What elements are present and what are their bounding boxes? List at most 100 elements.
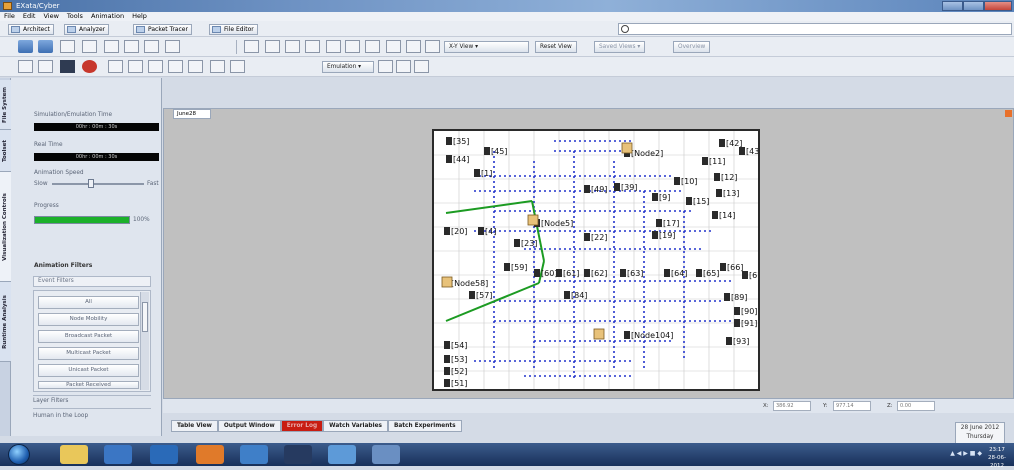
tab-error-log[interactable]: Error Log bbox=[280, 420, 324, 432]
reset-view-button[interactable]: Reset View bbox=[535, 41, 577, 53]
filter-node-mobility-button[interactable]: Node Mobility bbox=[38, 313, 139, 326]
media-player-icon[interactable] bbox=[104, 445, 132, 464]
mode-architect[interactable]: Architect bbox=[8, 24, 54, 35]
node-marker[interactable] bbox=[702, 157, 708, 165]
node-marker[interactable] bbox=[739, 147, 745, 155]
node-marker[interactable] bbox=[564, 291, 570, 299]
measure-icon[interactable] bbox=[425, 40, 440, 53]
delete-icon[interactable] bbox=[165, 40, 180, 53]
tab-output-window[interactable]: Output Window bbox=[217, 420, 281, 432]
save-icon[interactable] bbox=[60, 40, 75, 53]
node-marker[interactable] bbox=[624, 331, 630, 339]
node-marker[interactable] bbox=[444, 367, 450, 375]
menu-file[interactable]: File bbox=[4, 12, 15, 21]
menu-help[interactable]: Help bbox=[132, 12, 147, 21]
layer-filters-label[interactable]: Layer Filters bbox=[33, 398, 68, 404]
tab-visualization-controls[interactable]: Visualization Controls bbox=[0, 172, 11, 282]
step-forward-icon[interactable] bbox=[188, 60, 203, 73]
tab-watch-variables[interactable]: Watch Variables bbox=[323, 420, 388, 432]
mode-analyzer[interactable]: Analyzer bbox=[64, 24, 110, 35]
step-back-icon[interactable] bbox=[108, 60, 123, 73]
node-marker[interactable] bbox=[584, 233, 590, 241]
gateway-node[interactable] bbox=[593, 328, 605, 340]
event-filters-header[interactable]: Event Filters bbox=[33, 276, 151, 287]
animation-speed-slider[interactable] bbox=[52, 179, 144, 188]
node-marker[interactable] bbox=[656, 219, 662, 227]
print-icon[interactable] bbox=[82, 40, 97, 53]
tab-toolset[interactable]: Toolset bbox=[0, 130, 11, 172]
window-icon[interactable] bbox=[284, 445, 312, 464]
lasso-icon[interactable] bbox=[265, 40, 280, 53]
node-marker[interactable] bbox=[742, 271, 748, 279]
node-marker[interactable] bbox=[584, 185, 590, 193]
browser-icon[interactable] bbox=[150, 445, 178, 464]
node-marker[interactable] bbox=[469, 291, 475, 299]
node-marker[interactable] bbox=[484, 147, 490, 155]
filter-multicast-button[interactable]: Multicast Packet bbox=[38, 347, 139, 360]
panel-toggle-icon[interactable] bbox=[1005, 110, 1012, 117]
view-select[interactable]: X-Y View ▾ bbox=[444, 41, 529, 53]
node-marker[interactable] bbox=[446, 155, 452, 163]
node-marker[interactable] bbox=[720, 263, 726, 271]
gateway-node[interactable] bbox=[621, 142, 633, 154]
node-marker[interactable] bbox=[686, 197, 692, 205]
explorer-icon[interactable] bbox=[60, 445, 88, 464]
graph-icon[interactable] bbox=[230, 60, 245, 73]
zoom-out-icon[interactable] bbox=[345, 40, 360, 53]
filter-all-button[interactable]: All bbox=[38, 296, 139, 309]
node-marker[interactable] bbox=[664, 269, 670, 277]
filter-packet-received-button[interactable]: Packet Received bbox=[38, 381, 139, 389]
node-marker[interactable] bbox=[652, 231, 658, 239]
arrow-icon[interactable] bbox=[396, 60, 411, 73]
saved-views-select[interactable]: Saved Views ▾ bbox=[594, 41, 646, 53]
node-marker[interactable] bbox=[719, 139, 725, 147]
scenario-canvas[interactable]: [35] [44] [45] [Node2] [42] [43] [11] [1] [12] [1… bbox=[432, 129, 765, 391]
tab-runtime-analysis[interactable]: Runtime Analysis bbox=[0, 282, 11, 362]
node-marker[interactable] bbox=[614, 183, 620, 191]
zoom-icon[interactable] bbox=[378, 60, 393, 73]
node-marker[interactable] bbox=[734, 307, 740, 315]
node-marker[interactable] bbox=[726, 337, 732, 345]
node-marker[interactable] bbox=[556, 269, 562, 277]
tools-icon[interactable] bbox=[414, 60, 429, 73]
node-marker[interactable] bbox=[444, 341, 450, 349]
layer-icon[interactable] bbox=[386, 40, 401, 53]
exata-icon[interactable] bbox=[328, 445, 356, 464]
new-icon[interactable] bbox=[18, 40, 33, 53]
grid-icon[interactable] bbox=[406, 40, 421, 53]
play-icon[interactable] bbox=[128, 60, 143, 73]
cut-icon[interactable] bbox=[104, 40, 119, 53]
stats-icon[interactable] bbox=[210, 60, 225, 73]
rotate-icon[interactable] bbox=[305, 40, 320, 53]
menu-animation[interactable]: Animation bbox=[91, 12, 124, 21]
zoom-in-icon[interactable] bbox=[326, 40, 341, 53]
movie-icon[interactable] bbox=[60, 60, 75, 73]
fit-icon[interactable] bbox=[365, 40, 380, 53]
node-marker[interactable] bbox=[444, 227, 450, 235]
document-icon[interactable] bbox=[372, 445, 400, 464]
copy-icon[interactable] bbox=[124, 40, 139, 53]
node-marker[interactable] bbox=[716, 189, 722, 197]
node-marker[interactable] bbox=[620, 269, 626, 277]
filter-scrollbar[interactable] bbox=[140, 292, 149, 390]
node-marker[interactable] bbox=[444, 355, 450, 363]
node-marker[interactable] bbox=[446, 137, 452, 145]
menu-tools[interactable]: Tools bbox=[67, 12, 83, 21]
node-marker[interactable] bbox=[534, 269, 540, 277]
run-mode-select[interactable]: Emulation ▾ bbox=[322, 61, 374, 73]
node-marker[interactable] bbox=[514, 239, 520, 247]
menu-view[interactable]: View bbox=[43, 12, 58, 21]
node-marker[interactable] bbox=[584, 269, 590, 277]
mode-packet-tracer[interactable]: Packet Tracer bbox=[133, 24, 192, 35]
paste-icon[interactable] bbox=[144, 40, 159, 53]
app-icon[interactable] bbox=[240, 445, 268, 464]
node-marker[interactable] bbox=[714, 173, 720, 181]
human-in-loop-label[interactable]: Human in the Loop bbox=[33, 413, 88, 419]
node-marker[interactable] bbox=[724, 293, 730, 301]
scenario-tab[interactable]: June28 bbox=[173, 109, 211, 119]
node-marker[interactable] bbox=[474, 169, 480, 177]
start-button[interactable] bbox=[8, 444, 30, 465]
node-marker[interactable] bbox=[478, 227, 484, 235]
filter-broadcast-button[interactable]: Broadcast Packet bbox=[38, 330, 139, 343]
node-marker[interactable] bbox=[504, 263, 510, 271]
